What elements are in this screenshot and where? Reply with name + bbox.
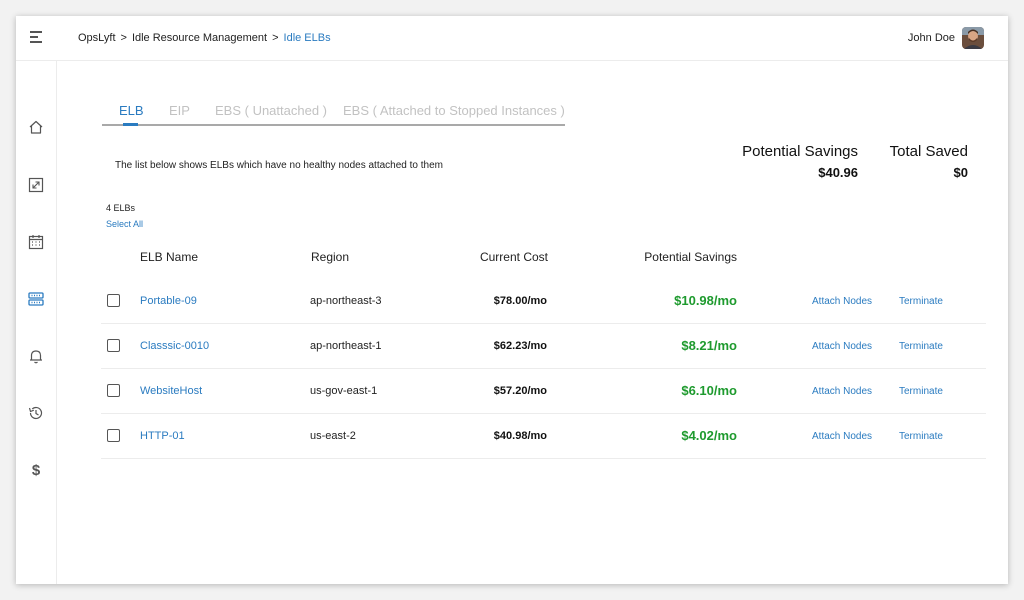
column-header-elb-name: ELB Name <box>140 250 199 264</box>
row-checkbox[interactable] <box>107 294 120 307</box>
elb-count: 4 ELBs <box>106 203 136 213</box>
row-checkbox[interactable] <box>107 384 120 397</box>
terminate-button[interactable]: Terminate <box>899 431 943 442</box>
user-name: John Doe <box>907 32 955 44</box>
elb-name-link[interactable]: HTTP-01 <box>140 430 185 442</box>
region-cell: us-east-2 <box>310 430 356 442</box>
active-tab-indicator <box>123 123 138 126</box>
region-cell: ap-northeast-1 <box>310 340 382 352</box>
server-icon[interactable] <box>28 291 44 307</box>
select-all-link[interactable]: Select All <box>106 219 143 229</box>
breadcrumb-separator: > <box>272 32 279 44</box>
svg-text:$: $ <box>32 462 41 478</box>
potential-savings-label: Potential Savings <box>742 143 858 160</box>
column-header-region: Region <box>311 250 350 264</box>
terminate-button[interactable]: Terminate <box>899 386 943 397</box>
attach-nodes-button[interactable]: Attach Nodes <box>812 431 872 442</box>
hamburger-menu-icon[interactable] <box>30 31 42 43</box>
avatar[interactable] <box>962 27 984 49</box>
potential-savings-value: $40.96 <box>818 165 858 180</box>
total-saved-label: Total Saved <box>889 143 968 160</box>
current-cost-cell: $40.98/mo <box>493 430 547 442</box>
table-row: HTTP-01 us-east-2 $40.98/mo $4.02/mo Att… <box>101 414 986 459</box>
calendar-icon[interactable] <box>28 234 44 250</box>
resource-tabs: ELB EIP EBS ( Unattached ) EBS ( Attache… <box>102 101 565 126</box>
tab-ebs-attached-stopped[interactable]: EBS ( Attached to Stopped Instances ) <box>343 103 565 118</box>
total-saved-value: $0 <box>953 165 968 180</box>
home-icon[interactable] <box>28 119 44 135</box>
tab-eip[interactable]: EIP <box>169 103 190 118</box>
current-cost-cell: $62.23/mo <box>493 340 547 352</box>
dollar-icon[interactable]: $ <box>28 462 44 478</box>
terminate-button[interactable]: Terminate <box>899 296 943 307</box>
attach-nodes-button[interactable]: Attach Nodes <box>812 386 872 397</box>
sidebar: $ <box>16 61 57 584</box>
terminate-button[interactable]: Terminate <box>899 341 943 352</box>
potential-savings-cell: $6.10/mo <box>681 383 737 398</box>
table-row: Portable-09 ap-northeast-3 $78.00/mo $10… <box>101 279 986 324</box>
total-saved-summary: Total Saved $0 <box>890 143 968 180</box>
current-cost-cell: $78.00/mo <box>493 295 547 307</box>
breadcrumb-separator: > <box>120 32 127 44</box>
history-icon[interactable] <box>28 405 44 421</box>
elb-name-link[interactable]: Classsic-0010 <box>140 340 209 352</box>
column-header-current-cost: Current Cost <box>479 250 548 264</box>
row-checkbox[interactable] <box>107 429 120 442</box>
region-cell: ap-northeast-3 <box>310 295 382 307</box>
elb-name-link[interactable]: Portable-09 <box>140 295 197 307</box>
potential-savings-cell: $8.21/mo <box>681 338 737 353</box>
row-checkbox[interactable] <box>107 339 120 352</box>
tab-elb[interactable]: ELB <box>119 103 144 118</box>
description-text: The list below shows ELBs which have no … <box>115 160 443 171</box>
table-row: Classsic-0010 ap-northeast-1 $62.23/mo $… <box>101 324 986 369</box>
top-bar: OpsLyft > Idle Resource Management > Idle EL… <box>16 16 1008 61</box>
potential-savings-summary: Potential Savings $40.96 <box>742 143 858 180</box>
table-row: WebsiteHost us-gov-east-1 $57.20/mo $6.1… <box>101 369 986 414</box>
tab-ebs-unattached[interactable]: EBS ( Unattached ) <box>215 103 327 118</box>
potential-savings-cell: $4.02/mo <box>681 428 737 443</box>
region-cell: us-gov-east-1 <box>310 385 378 397</box>
elb-name-link[interactable]: WebsiteHost <box>140 385 202 397</box>
attach-nodes-button[interactable]: Attach Nodes <box>812 341 872 352</box>
attach-nodes-button[interactable]: Attach Nodes <box>812 296 872 307</box>
breadcrumb-item-opslyft[interactable]: OpsLyft <box>78 32 116 44</box>
resize-icon[interactable] <box>28 177 44 193</box>
bell-icon[interactable] <box>28 348 44 364</box>
breadcrumb-current: Idle ELBs <box>283 32 331 44</box>
app-window: OpsLyft > Idle Resource Management > Idle EL… <box>16 16 1008 584</box>
user-menu[interactable]: John Doe <box>908 27 984 49</box>
potential-savings-cell: $10.98/mo <box>674 293 737 308</box>
column-header-potential-savings: Potential Savings <box>644 250 737 264</box>
breadcrumb-item-idle-resource-management[interactable]: Idle Resource Management <box>132 32 267 44</box>
current-cost-cell: $57.20/mo <box>493 385 547 397</box>
breadcrumb: OpsLyft > Idle Resource Management > Idle EL… <box>78 32 331 44</box>
